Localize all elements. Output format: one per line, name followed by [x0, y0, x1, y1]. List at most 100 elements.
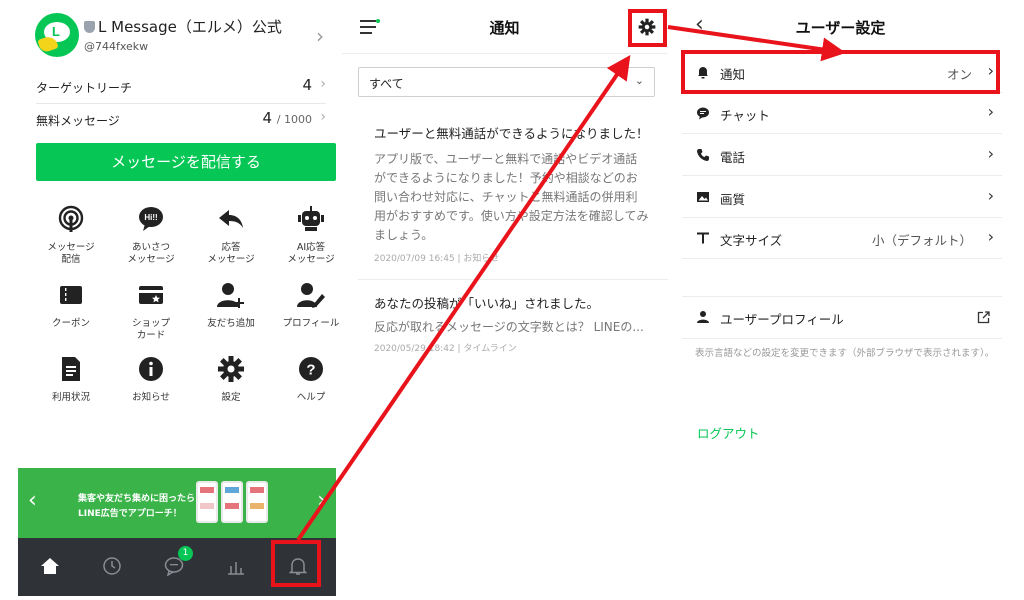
banner-text: 集客や友だち集めに困ったら LINE広告でアプローチ！: [78, 494, 196, 519]
menu-label: クーポン: [51, 318, 90, 329]
bell-icon: [698, 67, 708, 79]
notification-item[interactable]: あなたの投稿が「いいね」されました。 反応が取れるメッセージの文字数とは？ LI…: [374, 296, 649, 354]
notification-item-title: あなたの投稿が「いいね」されました。: [374, 296, 600, 311]
chevron-right-icon: ›: [987, 227, 994, 246]
settings-row-label: ユーザープロフィール: [720, 312, 844, 327]
add-friend-icon: [217, 283, 244, 308]
target-reach-row[interactable]: ターゲットリーチ 4 ›: [36, 75, 326, 101]
bottom-tab-bar: 1: [18, 538, 336, 596]
profile-note: 表示言語などの設定を変更できます（外部ブラウザで表示されます）。: [695, 348, 995, 359]
info-icon: [139, 357, 163, 381]
svg-text:?: ?: [306, 362, 315, 379]
settings-row-value: オン: [946, 67, 972, 82]
menu-label: 利用状況: [51, 392, 90, 403]
account-name: L Message（エルメ）公式: [98, 18, 282, 36]
chevron-right-icon: ›: [316, 24, 324, 48]
tab-history[interactable]: [82, 538, 142, 596]
ad-banner[interactable]: ‹ 集客や友だち集めに困ったら LINE広告でアプローチ！ ›: [18, 468, 336, 538]
notification-item-meta: 2020/05/29 18:42 | タイムライン: [374, 344, 517, 354]
image-icon: [697, 192, 709, 202]
notification-item-title: ユーザーと無料通話ができるようになりました！: [374, 126, 649, 141]
menu-label: 友だち追加: [207, 318, 255, 329]
bell-icon: [288, 558, 308, 575]
settings-row-image-quality[interactable]: 画質 ›: [682, 177, 1002, 218]
text-size-icon: [697, 232, 709, 244]
menu-label: あいさつ メッセージ: [127, 242, 175, 265]
menu-item-help[interactable]: ? ヘルプ: [276, 355, 346, 404]
target-reach-value: 4: [302, 76, 312, 94]
free-messages-row[interactable]: 無料メッセージ 4 / 1000 ›: [36, 108, 326, 134]
menu-item-auto-reply[interactable]: 応答 メッセージ: [196, 205, 266, 266]
settings-row-label: 電話: [720, 150, 746, 165]
notification-filter-select[interactable]: すべて ⌄: [358, 67, 655, 97]
free-messages-total: / 1000: [276, 113, 312, 126]
settings-row-phone[interactable]: 電話 ›: [682, 135, 1002, 176]
phone-image: [246, 481, 268, 523]
chevron-right-icon: ›: [987, 61, 994, 80]
hi-bubble-icon: Hi!!: [139, 207, 163, 231]
menu-item-add-friend[interactable]: 友だち追加: [196, 281, 266, 330]
free-messages-value: 4: [262, 109, 273, 127]
gear-icon[interactable]: [638, 18, 656, 36]
account-header[interactable]: L L Message（エルメ）公式 @744fxekw ›: [18, 0, 336, 70]
menu-item-profile[interactable]: プロフィール: [276, 281, 346, 330]
svg-text:Hi!!: Hi!!: [144, 213, 157, 222]
help-icon: ?: [299, 357, 323, 381]
chat-badge: 1: [178, 546, 193, 561]
menu-item-greeting[interactable]: Hi!! あいさつ メッセージ: [116, 205, 186, 266]
verified-shield-icon: [84, 21, 95, 33]
menu-label: AI応答 メッセージ: [287, 242, 335, 265]
menu-item-coupon[interactable]: クーポン: [36, 281, 106, 330]
chevron-right-icon: ›: [320, 109, 326, 125]
tab-chat[interactable]: 1: [144, 538, 204, 596]
tab-home[interactable]: [20, 538, 80, 596]
menu-label: 応答 メッセージ: [207, 242, 255, 265]
account-logo: L: [35, 13, 79, 57]
settings-row-text-size[interactable]: 文字サイズ 小（デフォルト） ›: [682, 218, 1002, 259]
chat-icon: [697, 107, 709, 120]
menu-label: ショップ カード: [131, 318, 170, 341]
menu-item-settings[interactable]: 設定: [196, 355, 266, 404]
menu-item-news[interactable]: お知らせ: [116, 355, 186, 404]
chevron-down-icon: ⌄: [634, 74, 644, 87]
account-id: @744fxekw: [84, 40, 149, 53]
free-messages-label: 無料メッセージ: [36, 114, 120, 128]
person-icon: [697, 311, 709, 323]
reply-icon: [219, 210, 243, 228]
settings-row-chat[interactable]: チャット ›: [682, 93, 1002, 134]
settings-header: ‹ ユーザー設定: [677, 0, 1004, 54]
menu-item-shop-card[interactable]: ショップ カード: [116, 281, 186, 342]
tab-notifications[interactable]: [268, 538, 328, 596]
notification-item-meta: 2020/07/09 16:45 | お知らせ: [374, 254, 500, 264]
notification-item-body: アプリ版で、ユーザーと無料で通話やビデオ通話ができるようになりました！予約や相談…: [374, 152, 649, 242]
phone-icon: [697, 149, 709, 161]
coupon-icon: [60, 286, 82, 304]
robot-icon: [298, 206, 324, 231]
banner-next-icon[interactable]: ›: [317, 488, 326, 513]
menu-item-usage[interactable]: 利用状況: [36, 355, 106, 404]
shop-card-icon: [139, 286, 163, 304]
menu-label: お知らせ: [132, 392, 170, 403]
banner-prev-icon[interactable]: ‹: [28, 488, 37, 513]
settings-row-label: チャット: [720, 108, 770, 123]
menu-item-ai-reply[interactable]: AI応答 メッセージ: [276, 205, 346, 266]
logout-link[interactable]: ログアウト: [697, 423, 760, 442]
settings-row-user-profile[interactable]: ユーザープロフィール: [682, 296, 1002, 339]
chevron-right-icon: ›: [987, 144, 994, 163]
settings-row-label: 文字サイズ: [720, 233, 783, 248]
notification-item-body: 反応が取れるメッセージの文字数とは？ LINEの...: [374, 320, 644, 334]
clock-icon: [103, 557, 121, 575]
filter-value: すべて: [369, 77, 404, 91]
divider: [358, 279, 668, 280]
notification-screen: 通知 すべて ⌄ ユーザーと無料通話ができるようになりました！ アプリ版で、ユー…: [342, 0, 668, 600]
notification-item[interactable]: ユーザーと無料通話ができるようになりました！ アプリ版で、ユーザーと無料で通話や…: [374, 126, 649, 264]
usage-icon: [62, 357, 80, 381]
menu-item-broadcast[interactable]: メッセージ 配信: [36, 205, 106, 266]
target-reach-label: ターゲットリーチ: [36, 81, 133, 95]
settings-row-label: 通知: [720, 67, 746, 82]
account-home-screen: L L Message（エルメ）公式 @744fxekw › ターゲットリーチ …: [18, 0, 339, 596]
tab-stats[interactable]: [206, 538, 266, 596]
settings-row-notification[interactable]: 通知 オン ›: [682, 52, 1002, 93]
send-message-button[interactable]: メッセージを配信する: [36, 143, 336, 181]
menu-label: 設定: [221, 392, 241, 403]
